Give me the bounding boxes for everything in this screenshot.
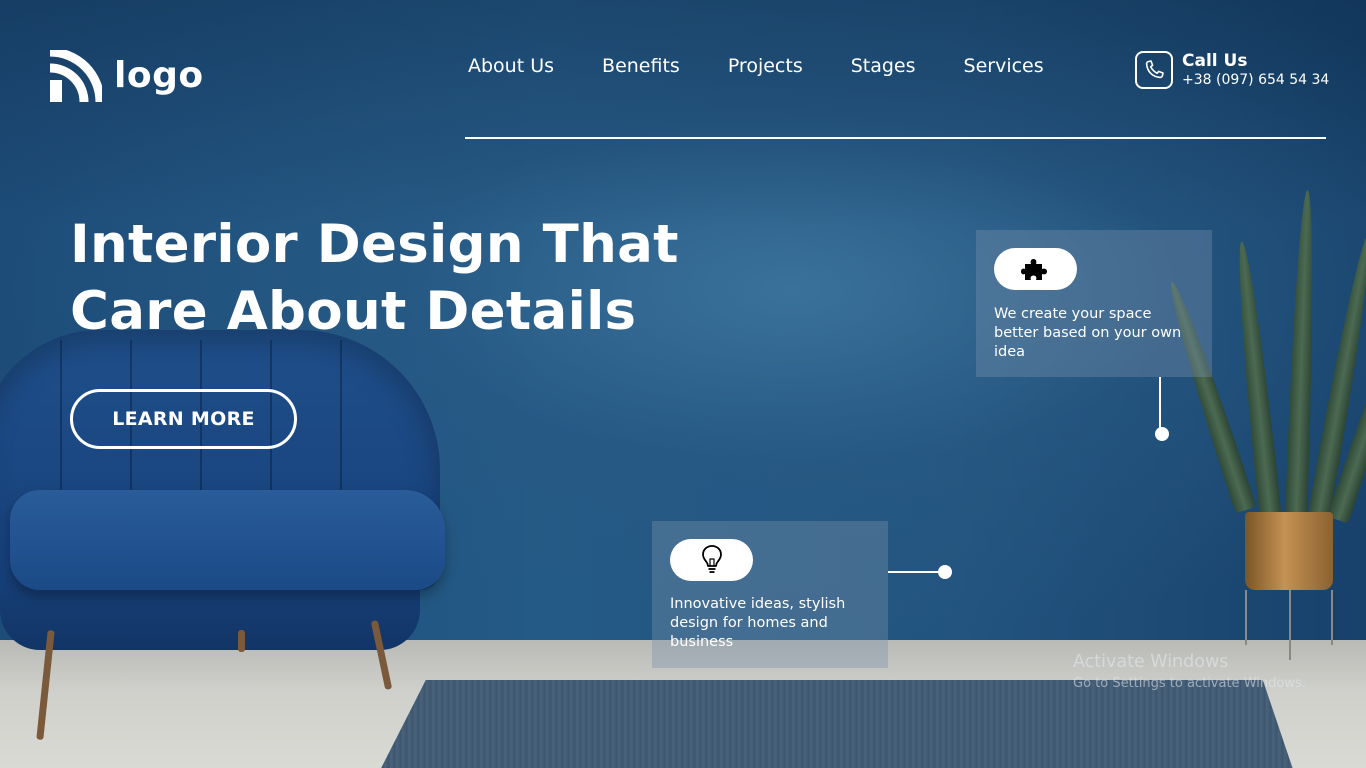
card-2-connector-line <box>888 571 940 573</box>
card-1-hotspot-dot[interactable] <box>1155 427 1169 441</box>
hero-title-line-1: Interior Design That <box>70 214 679 275</box>
phone-number[interactable]: +38 (097) 654 54 34 <box>1182 72 1329 88</box>
brand-logo[interactable]: logo <box>50 50 204 102</box>
feature-text-custom-space: We create your space better based on you… <box>994 306 1182 361</box>
nav-item-benefits[interactable]: Benefits <box>602 55 680 77</box>
puzzle-badge <box>994 248 1077 290</box>
lightbulb-icon <box>701 545 722 573</box>
call-us-block[interactable]: Call Us +38 (097) 654 54 34 <box>1135 51 1329 89</box>
watermark-title: Activate Windows <box>1073 652 1229 672</box>
feature-text-innovative-ideas: Innovative ideas, stylish design for hom… <box>670 596 846 651</box>
learn-more-button[interactable]: LEARN MORE <box>70 389 297 449</box>
hero-title: Interior Design That Care About Details <box>70 212 710 346</box>
logo-text: logo <box>114 55 204 96</box>
hero-title-line-2: Care About Details <box>70 280 637 342</box>
background-rug <box>370 680 1300 768</box>
nav-item-services[interactable]: Services <box>964 55 1044 77</box>
card-1-connector-line <box>1159 377 1161 433</box>
phone-icon <box>1135 51 1173 89</box>
nav-item-about-us[interactable]: About Us <box>468 55 554 77</box>
signal-arcs-icon <box>50 50 102 102</box>
header-divider <box>465 137 1326 139</box>
watermark-subtitle: Go to Settings to activate Windows. <box>1073 676 1306 691</box>
lightbulb-badge <box>670 539 753 581</box>
call-us-title: Call Us <box>1182 51 1248 72</box>
plant-image <box>1161 160 1366 680</box>
puzzle-icon <box>1020 259 1047 280</box>
card-2-hotspot-dot[interactable] <box>938 565 952 579</box>
nav-item-projects[interactable]: Projects <box>728 55 803 77</box>
nav-item-stages[interactable]: Stages <box>851 55 916 77</box>
main-nav: About Us Benefits Projects Stages Servic… <box>468 55 1092 77</box>
feature-card-innovative-ideas: Innovative ideas, stylish design for hom… <box>652 521 888 668</box>
feature-card-custom-space: We create your space better based on you… <box>976 230 1212 377</box>
activate-windows-watermark: Activate Windows Go to Settings to activ… <box>1073 652 1306 691</box>
